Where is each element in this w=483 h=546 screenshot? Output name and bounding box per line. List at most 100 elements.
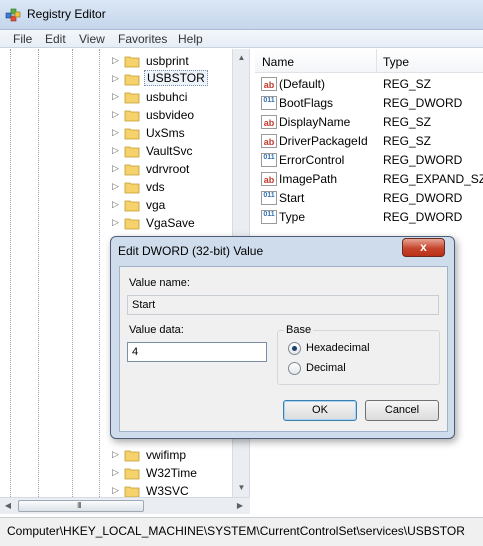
tree-item-label: usbvideo [146, 108, 195, 122]
tree-item-uxsms[interactable]: ▷ UxSms [112, 124, 232, 142]
value-row[interactable]: 011 Type REG_DWORD [255, 208, 483, 227]
value-name: Start [279, 191, 305, 205]
tree-item-label: vds [146, 180, 165, 194]
value-type: REG_EXPAND_SZ [383, 172, 483, 186]
value-data-label: Value data: [129, 324, 184, 336]
tree-horizontal-scrollbar[interactable]: ◀ III ▶ [0, 497, 250, 514]
expand-arrow-icon[interactable]: ▷ [112, 163, 119, 174]
string-value-icon: ab [261, 115, 277, 129]
value-name: Type [279, 210, 306, 224]
tree-item-w32time[interactable]: ▷ W32Time [112, 464, 232, 482]
expand-arrow-icon[interactable]: ▷ [112, 217, 119, 228]
tree-item-vaultsvc[interactable]: ▷ VaultSvc [112, 142, 232, 160]
tree-item-usbstor[interactable]: ▷ USBSTOR [112, 70, 232, 88]
tree-guide-line [10, 49, 11, 497]
decimal-radio[interactable] [288, 362, 301, 375]
list-header: Name Type [255, 49, 483, 73]
value-data-input[interactable] [127, 342, 267, 362]
tree-item-vds[interactable]: ▷ vds [112, 178, 232, 196]
tree-item-label: usbuhci [146, 90, 188, 104]
value-name-text: Start [132, 299, 156, 311]
menu-file[interactable]: File [13, 32, 32, 46]
expand-arrow-icon[interactable]: ▷ [112, 127, 119, 138]
tree-item-label: W32Time [146, 466, 197, 480]
folder-icon [124, 164, 140, 176]
scroll-grip: III [77, 501, 82, 510]
hexadecimal-label[interactable]: Hexadecimal [306, 342, 370, 354]
value-row[interactable]: ab DriverPackageId REG_SZ [255, 132, 483, 151]
tree-item-label: W3SVC [146, 484, 189, 498]
tree-guide-line [38, 49, 39, 497]
value-row[interactable]: 011 ErrorControl REG_DWORD [255, 151, 483, 170]
folder-icon [124, 146, 140, 158]
tree-item-label: vga [146, 198, 166, 212]
tree-item-vga[interactable]: ▷ vga [112, 196, 232, 214]
expand-arrow-icon[interactable]: ▷ [112, 145, 119, 156]
folder-icon [124, 92, 140, 104]
folder-icon [124, 110, 140, 122]
menu-view[interactable]: View [79, 32, 105, 46]
value-type: REG_DWORD [383, 210, 463, 224]
value-name: ErrorControl [279, 153, 345, 167]
tree-item-usbprint[interactable]: ▷ usbprint [112, 52, 232, 70]
value-type: REG_DWORD [383, 96, 463, 110]
cancel-button[interactable]: Cancel [365, 400, 439, 421]
ok-button[interactable]: OK [283, 400, 357, 421]
value-row[interactable]: 011 Start REG_DWORD [255, 189, 483, 208]
base-label: Base [284, 324, 314, 336]
tree-item-vgasave[interactable]: ▷ VgaSave [112, 214, 232, 232]
expand-arrow-icon[interactable]: ▷ [112, 73, 119, 84]
hexadecimal-radio[interactable] [288, 342, 301, 355]
value-row[interactable]: ab (Default) REG_SZ [255, 75, 483, 94]
expand-arrow-icon[interactable]: ▷ [112, 91, 119, 102]
expand-arrow-icon[interactable]: ▷ [112, 467, 119, 478]
scroll-thumb[interactable]: III [18, 500, 144, 512]
value-row[interactable]: ab DisplayName REG_SZ [255, 113, 483, 132]
value-name: DisplayName [279, 115, 351, 129]
tree-item-usbvideo[interactable]: ▷ usbvideo [112, 106, 232, 124]
column-header-type[interactable]: Type [383, 55, 409, 69]
value-name: DriverPackageId [279, 134, 368, 148]
tree-item-vdrvroot[interactable]: ▷ vdrvroot [112, 160, 232, 178]
expand-arrow-icon[interactable]: ▷ [112, 449, 119, 460]
string-value-icon: ab [261, 77, 277, 91]
menu-help[interactable]: Help [178, 32, 203, 46]
value-name: (Default) [279, 77, 326, 91]
value-row[interactable]: 011 BootFlags REG_DWORD [255, 94, 483, 113]
expand-arrow-icon[interactable]: ▷ [112, 55, 119, 66]
column-header-name[interactable]: Name [262, 55, 294, 69]
folder-icon [124, 74, 140, 86]
value-type: REG_DWORD [383, 153, 463, 167]
menu-favorites[interactable]: Favorites [118, 32, 167, 46]
close-button[interactable]: x [402, 238, 445, 257]
expand-arrow-icon[interactable]: ▷ [112, 109, 119, 120]
registry-editor-icon [5, 8, 21, 22]
binary-value-icon: 011 [261, 191, 277, 205]
scroll-down-icon[interactable]: ▼ [233, 479, 250, 496]
expand-arrow-icon[interactable]: ▷ [112, 199, 119, 210]
expand-arrow-icon[interactable]: ▷ [112, 181, 119, 192]
value-name: BootFlags [279, 96, 334, 110]
folder-icon [124, 450, 140, 462]
menu-edit[interactable]: Edit [45, 32, 66, 46]
value-row[interactable]: ab ImagePath REG_EXPAND_SZ [255, 170, 483, 189]
tree-item-label: VgaSave [146, 216, 195, 230]
tree-guide-line [72, 49, 73, 497]
decimal-label[interactable]: Decimal [306, 362, 346, 374]
folder-icon [124, 182, 140, 194]
scroll-right-icon[interactable]: ▶ [232, 498, 248, 514]
tree-item-label: USBSTOR [144, 70, 208, 86]
tree-item-usbuhci[interactable]: ▷ usbuhci [112, 88, 232, 106]
string-value-icon: ab [261, 172, 277, 186]
scroll-up-icon[interactable]: ▲ [233, 49, 250, 66]
base-group: Base Hexadecimal Decimal [277, 324, 440, 385]
folder-icon [124, 468, 140, 480]
tree-item-vwifimp[interactable]: ▷ vwifimp [112, 446, 232, 464]
dialog-title: Edit DWORD (32-bit) Value [118, 244, 264, 258]
column-separator[interactable] [376, 49, 377, 73]
tree-item-label: usbprint [146, 54, 189, 68]
expand-arrow-icon[interactable]: ▷ [112, 485, 119, 496]
status-bar: Computer\HKEY_LOCAL_MACHINE\SYSTEM\Curre… [0, 517, 483, 546]
window-title: Registry Editor [27, 7, 106, 21]
scroll-left-icon[interactable]: ◀ [0, 498, 16, 514]
